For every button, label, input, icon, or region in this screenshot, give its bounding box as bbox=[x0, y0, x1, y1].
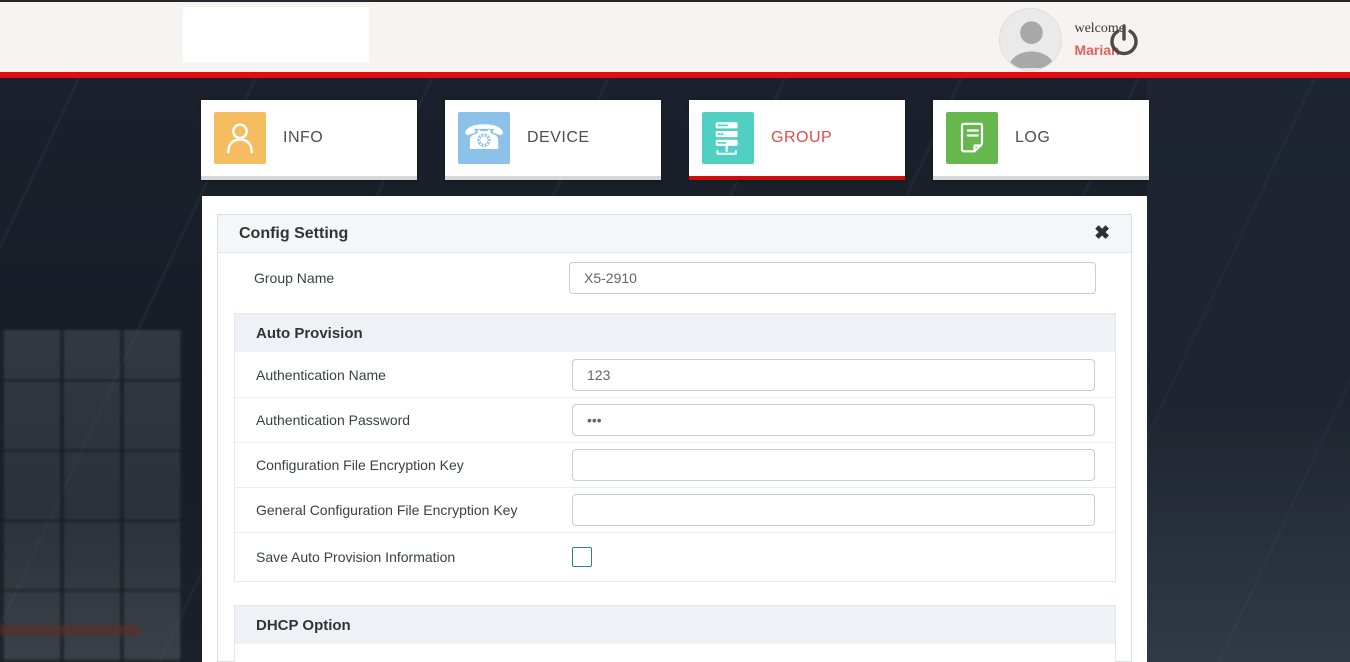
tab-info[interactable]: INFO bbox=[201, 100, 417, 180]
tab-log-label: LOG bbox=[1015, 129, 1050, 147]
tab-log[interactable]: LOG bbox=[933, 100, 1149, 180]
main-tabs: INFO ☎ DEVICE GROUP bbox=[201, 100, 1149, 180]
group-name-input[interactable] bbox=[569, 262, 1096, 294]
general-config-file-key-label: General Configuration File Encryption Ke… bbox=[235, 502, 572, 518]
avatar bbox=[999, 8, 1062, 71]
dhcp-option-title: DHCP Option bbox=[256, 617, 351, 634]
auto-provision-section: Auto Provision Authentication Name Authe… bbox=[234, 313, 1116, 582]
phone-icon: ☎ bbox=[458, 112, 510, 164]
general-config-file-key-row: General Configuration File Encryption Ke… bbox=[235, 487, 1115, 532]
dhcp-option-header: DHCP Option bbox=[235, 606, 1115, 644]
general-config-file-key-input[interactable] bbox=[572, 494, 1095, 526]
logo-placeholder bbox=[183, 7, 369, 62]
background-photo-left bbox=[0, 330, 182, 662]
tab-group-label: GROUP bbox=[771, 129, 832, 147]
authentication-name-row: Authentication Name bbox=[235, 352, 1115, 397]
authentication-password-input[interactable] bbox=[572, 404, 1095, 436]
dhcp-option-section: DHCP Option bbox=[234, 605, 1116, 662]
config-file-key-input[interactable] bbox=[572, 449, 1095, 481]
content-panel: Config Setting ✖ Group Name Auto Provisi… bbox=[202, 196, 1147, 662]
authentication-password-row: Authentication Password bbox=[235, 397, 1115, 442]
top-header: welcome Marian bbox=[0, 0, 1350, 72]
person-silhouette-icon bbox=[1000, 9, 1062, 71]
auto-provision-title: Auto Provision bbox=[256, 325, 363, 342]
save-auto-provision-checkbox[interactable] bbox=[572, 547, 592, 567]
panel-title: Config Setting bbox=[239, 225, 348, 243]
servers-icon bbox=[702, 112, 754, 164]
close-icon[interactable]: ✖ bbox=[1094, 224, 1110, 243]
config-setting-header: Config Setting ✖ bbox=[218, 215, 1131, 253]
config-file-key-label: Configuration File Encryption Key bbox=[235, 457, 572, 473]
dhcp-option-row bbox=[235, 644, 1115, 662]
power-icon bbox=[1106, 22, 1142, 58]
tab-device[interactable]: ☎ DEVICE bbox=[445, 100, 661, 180]
power-button[interactable] bbox=[1106, 22, 1142, 58]
page-background: INFO ☎ DEVICE GROUP bbox=[0, 78, 1350, 662]
config-setting-box: Config Setting ✖ Group Name Auto Provisi… bbox=[217, 214, 1132, 662]
user-icon bbox=[214, 112, 266, 164]
save-auto-provision-label: Save Auto Provision Information bbox=[235, 549, 572, 565]
save-auto-provision-row: Save Auto Provision Information bbox=[235, 532, 1115, 581]
auto-provision-header: Auto Provision bbox=[235, 314, 1115, 352]
authentication-password-label: Authentication Password bbox=[235, 412, 572, 428]
background-photo-right bbox=[1147, 78, 1350, 662]
tab-group[interactable]: GROUP bbox=[689, 100, 905, 180]
authentication-name-label: Authentication Name bbox=[235, 367, 572, 383]
config-file-key-row: Configuration File Encryption Key bbox=[235, 442, 1115, 487]
group-name-label: Group Name bbox=[218, 270, 569, 286]
tab-info-label: INFO bbox=[283, 129, 323, 147]
authentication-name-input[interactable] bbox=[572, 359, 1095, 391]
tab-device-label: DEVICE bbox=[527, 129, 590, 147]
group-name-row: Group Name bbox=[218, 253, 1131, 306]
document-icon bbox=[946, 112, 998, 164]
